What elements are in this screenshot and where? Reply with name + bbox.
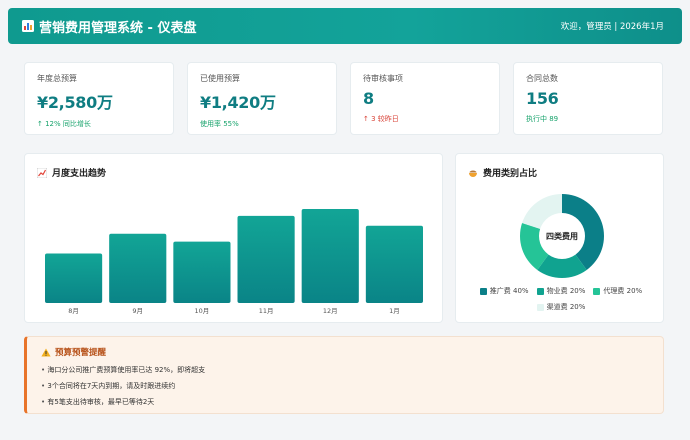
stat-value: ¥2,580万 — [37, 93, 113, 112]
stat-sub: ↑ 3 较昨日 — [363, 115, 399, 123]
category-panel-title: 费用类别占比 — [468, 166, 537, 179]
category-legend: 推广费 40% 物业费 20% 代理费 20% 渠道费 20% — [466, 286, 656, 312]
chart-trend-icon — [37, 167, 47, 178]
x-tick-label: 9月 — [132, 307, 143, 315]
stat-sub: ↑ 12% 同比增长 — [37, 120, 91, 128]
stat-card-total-budget[interactable]: 年度总预算 ¥2,580万 ↑ 12% 同比增长 — [24, 62, 174, 135]
legend-swatch — [536, 287, 544, 295]
category-panel: 费用类别占比 四类费用 推广费 40% 物业费 20% 代理费 20% 渠道费 … — [455, 153, 664, 323]
stat-value: 156 — [526, 89, 559, 108]
app-header: 营销费用管理系统 - 仪表盘 欢迎，管理员 | 2026年1月 — [8, 8, 682, 44]
bar[interactable] — [237, 215, 295, 303]
budget-alert-panel: 预算预警提醒 海口分公司推广费预算使用率已达 92%，即将超支 3个合同将在7天… — [24, 336, 664, 414]
alert-item[interactable]: 3个合同将在7天内到期，请及时跟进续约 — [41, 381, 649, 391]
donut-center-label: 四类费用 — [546, 231, 578, 241]
bar[interactable] — [173, 241, 231, 303]
alert-item[interactable]: 海口分公司推广费预算使用率已达 92%，即将超支 — [41, 365, 649, 375]
bar[interactable] — [301, 208, 359, 303]
stat-value: ¥1,420万 — [200, 93, 276, 112]
legend-item[interactable]: 推广费 40% — [479, 286, 529, 296]
warning-icon — [41, 348, 51, 356]
trend-panel: 8月 9月 10月 11月 12月 1月 月度支出趋势 — [24, 153, 443, 323]
bar[interactable] — [109, 233, 167, 303]
app-title-text: 营销费用管理系统 - 仪表盘 — [39, 20, 197, 36]
stat-sub: 执行中 89 — [526, 115, 559, 123]
stat-card-used-budget[interactable]: 已使用预算 ¥1,420万 使用率 55% — [187, 62, 337, 135]
x-tick-label: 12月 — [323, 307, 338, 315]
legend-label: 推广费 40% — [489, 287, 529, 295]
legend-swatch — [536, 303, 544, 311]
stat-card-pending-review[interactable]: 待审核事项 8 ↑ 3 较昨日 — [350, 62, 500, 135]
x-tick-label: 11月 — [259, 307, 274, 315]
alert-title: 预算预警提醒 — [41, 346, 649, 358]
category-title-text: 费用类别占比 — [483, 169, 538, 179]
legend-item[interactable]: 物业费 20% — [536, 286, 586, 296]
app-title: 营销费用管理系统 - 仪表盘 — [22, 17, 196, 36]
legend-label: 物业费 20% — [546, 287, 586, 295]
bar[interactable] — [45, 253, 103, 304]
bar[interactable] — [365, 225, 423, 303]
stat-label: 年度总预算 — [37, 74, 77, 83]
x-tick-label: 1月 — [389, 307, 400, 315]
stat-sub: 使用率 55% — [200, 120, 239, 128]
legend-swatch — [593, 287, 601, 295]
legend-swatch — [479, 287, 487, 295]
x-tick-label: 10月 — [195, 307, 210, 315]
alert-item[interactable]: 有5笔支出待审核，最早已等待2天 — [41, 397, 649, 407]
legend-label: 代理费 20% — [603, 287, 643, 295]
stat-card-contracts[interactable]: 合同总数 156 执行中 89 — [513, 62, 663, 135]
trend-panel-title: 月度支出趋势 — [37, 166, 106, 179]
alert-title-text: 预算预警提醒 — [55, 348, 107, 358]
trend-title-text: 月度支出趋势 — [52, 169, 107, 179]
trend-chart: 8月 9月 10月 11月 12月 1月 — [45, 208, 423, 315]
donut-chart: 四类费用 — [514, 188, 610, 284]
stat-value: 8 — [363, 89, 374, 108]
alert-list: 海口分公司推广费预算使用率已达 92%，即将超支 3个合同将在7天内到期，请及时… — [41, 365, 649, 407]
x-tick-label: 8月 — [68, 307, 79, 315]
stat-label: 待审核事项 — [363, 74, 403, 83]
stat-label: 已使用预算 — [200, 74, 240, 83]
bar-chart-logo-icon — [22, 20, 34, 32]
user-info[interactable]: 欢迎，管理员 | 2026年1月 — [561, 20, 664, 32]
legend-item[interactable]: 渠道费 20% — [536, 302, 586, 312]
stat-label: 合同总数 — [526, 74, 558, 83]
pie-icon — [469, 170, 477, 177]
legend-item[interactable]: 代理费 20% — [593, 286, 642, 296]
legend-label: 渠道费 20% — [546, 303, 586, 311]
